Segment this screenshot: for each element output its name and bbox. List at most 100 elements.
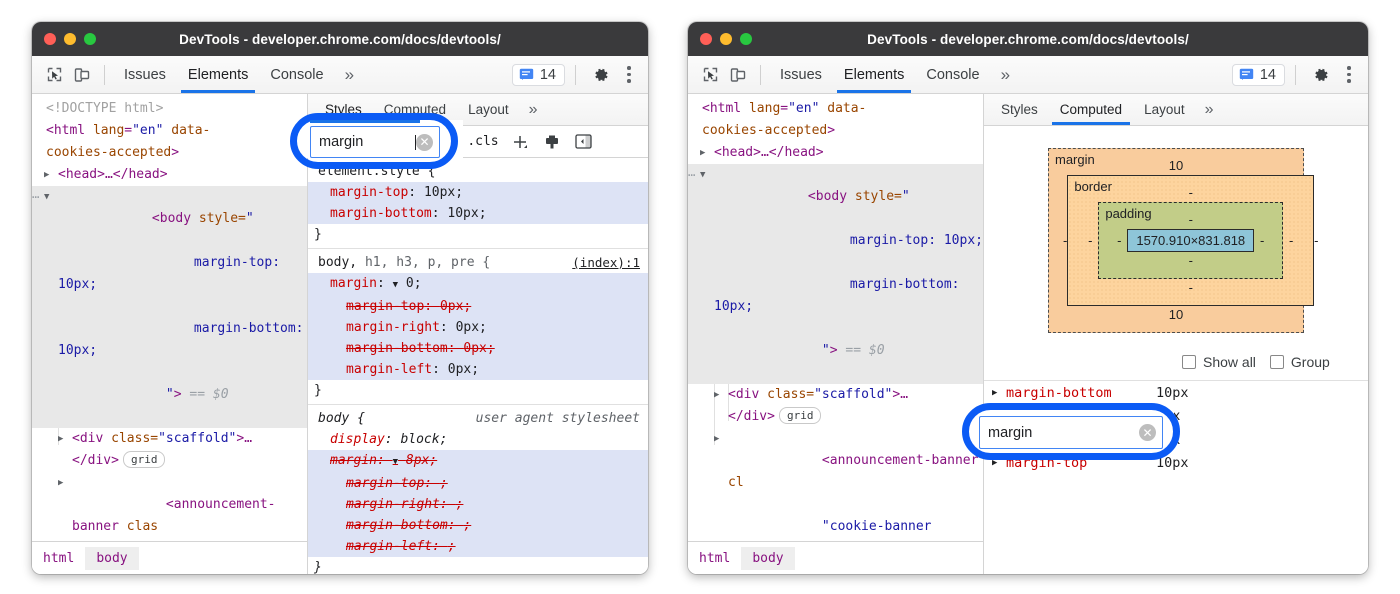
dom-line-html-open[interactable]: <html lang="en" data-cookies-accepted>: [688, 98, 983, 142]
inspect-cursor-icon[interactable]: [696, 61, 724, 89]
declaration-prop[interactable]: margin-left: [346, 362, 432, 377]
box-model-margin[interactable]: margin 10 - border - -: [1048, 148, 1304, 333]
box-model-padding-right[interactable]: -: [1254, 233, 1270, 248]
declaration-prop[interactable]: margin: [330, 453, 377, 468]
sidebar-more-tabs-icon[interactable]: »: [1196, 101, 1223, 119]
declaration-prop[interactable]: margin-right: [346, 497, 440, 512]
declaration-value[interactable]: 8px;: [406, 453, 437, 468]
sidebar-more-tabs-icon[interactable]: »: [520, 101, 547, 119]
box-model-margin-bottom[interactable]: 10: [1063, 306, 1289, 324]
gear-icon[interactable]: [586, 60, 616, 90]
sidebar-tab-layout[interactable]: Layout: [1133, 94, 1196, 125]
plus-icon[interactable]: [509, 131, 531, 153]
tab-console[interactable]: Console: [915, 56, 990, 93]
declaration-row[interactable]: margin-top: ;: [308, 473, 648, 494]
declaration-row[interactable]: margin: ▼ 0;: [308, 273, 648, 296]
style-rule-element-style[interactable]: element.style { margin-top: 10px; margin…: [308, 158, 648, 249]
declaration-row[interactable]: margin-left: 0px;: [308, 359, 648, 380]
dom-line-announcement-banner[interactable]: ▶<announcement-banner cl "cookie-banner …: [688, 428, 983, 541]
declaration-value[interactable]: ;: [463, 518, 471, 533]
declaration-value[interactable]: block;: [400, 432, 447, 447]
box-model-border-left[interactable]: -: [1082, 233, 1098, 248]
show-all-checkbox-label[interactable]: Show all: [1182, 354, 1256, 370]
clear-search-icon[interactable]: ✕: [1139, 424, 1156, 441]
breadcrumb-item-body[interactable]: body: [741, 547, 794, 570]
declaration-value[interactable]: 0px;: [440, 299, 471, 314]
tab-issues[interactable]: Issues: [113, 56, 177, 93]
declaration-value[interactable]: 0;: [406, 276, 422, 291]
gear-icon[interactable]: [1306, 60, 1336, 90]
tab-console[interactable]: Console: [259, 56, 334, 93]
declaration-value[interactable]: ;: [448, 539, 456, 554]
box-model-padding-left[interactable]: -: [1111, 233, 1127, 248]
expand-arrow-icon[interactable]: ▶: [992, 458, 1006, 468]
declaration-row[interactable]: display: block;: [308, 429, 648, 450]
declaration-row[interactable]: margin: ▼ 8px;: [308, 450, 648, 473]
declaration-prop[interactable]: margin-left: [346, 539, 432, 554]
dom-line-body-selected[interactable]: ⋯▼<body style=" margin-top: 10px; margin…: [688, 164, 983, 384]
breadcrumb-item-html[interactable]: html: [32, 547, 85, 570]
maximize-window-button[interactable]: [84, 33, 96, 45]
declaration-value[interactable]: ;: [456, 497, 464, 512]
issues-counter-button[interactable]: 14: [512, 64, 565, 86]
declaration-prop[interactable]: margin-bottom: [330, 206, 432, 221]
declaration-prop[interactable]: margin-top: [346, 299, 424, 314]
cls-button[interactable]: .cls: [467, 134, 498, 149]
grid-badge[interactable]: grid: [779, 407, 822, 424]
tab-elements[interactable]: Elements: [833, 56, 915, 93]
declaration-prop[interactable]: margin-bottom: [346, 341, 448, 356]
declaration-value[interactable]: 0px;: [456, 320, 487, 335]
dom-line-div-scaffold[interactable]: ▶<div class="scaffold">…: [32, 428, 307, 450]
declaration-value[interactable]: 10px;: [424, 185, 463, 200]
sidebar-toggle-icon[interactable]: [573, 131, 595, 153]
computed-property-name[interactable]: margin-bottom: [1006, 385, 1156, 401]
declaration-prop[interactable]: margin-top: [330, 185, 408, 200]
expand-arrow-icon[interactable]: ▶: [992, 388, 1006, 398]
group-checkbox-label[interactable]: Group: [1270, 354, 1330, 370]
group-checkbox[interactable]: [1270, 355, 1284, 369]
breadcrumb-item-body[interactable]: body: [85, 547, 138, 570]
dom-line-head[interactable]: ▶<head>…</head>: [688, 142, 983, 164]
declaration-row[interactable]: margin-bottom: 0px;: [308, 338, 648, 359]
minimize-window-button[interactable]: [720, 33, 732, 45]
box-model-border[interactable]: border - - padding -: [1067, 175, 1314, 306]
declaration-row[interactable]: margin-right: 0px;: [308, 317, 648, 338]
styles-rules-left[interactable]: element.style { margin-top: 10px; margin…: [308, 158, 648, 574]
box-model-border-top[interactable]: -: [1082, 184, 1299, 202]
tab-elements[interactable]: Elements: [177, 56, 259, 93]
dom-line-div-close[interactable]: </div>grid: [688, 406, 983, 428]
style-rule-user-agent[interactable]: body { user agent stylesheet display: bl…: [308, 405, 648, 574]
tab-issues[interactable]: Issues: [769, 56, 833, 93]
sidebar-tab-styles[interactable]: Styles: [990, 94, 1049, 125]
show-all-checkbox[interactable]: [1182, 355, 1196, 369]
dom-line-div-close[interactable]: </div>grid: [32, 450, 307, 472]
kebab-menu-icon[interactable]: [1338, 60, 1360, 90]
style-rule-body-group[interactable]: body, h1, h3, p, pre { (index):1 margin:…: [308, 249, 648, 405]
close-window-button[interactable]: [700, 33, 712, 45]
maximize-window-button[interactable]: [740, 33, 752, 45]
declaration-prop[interactable]: margin-top: [346, 476, 424, 491]
more-tabs-icon[interactable]: »: [991, 56, 1020, 93]
issues-counter-button[interactable]: 14: [1232, 64, 1285, 86]
device-toggle-icon[interactable]: [68, 61, 96, 89]
window-traffic-lights-right[interactable]: [688, 33, 752, 45]
close-window-button[interactable]: [44, 33, 56, 45]
declaration-row[interactable]: margin-right: ;: [308, 494, 648, 515]
box-model-margin-right[interactable]: -: [1314, 233, 1318, 248]
declaration-value[interactable]: 0px;: [448, 362, 479, 377]
declaration-row[interactable]: margin-bottom: 10px;: [308, 203, 648, 224]
more-tabs-icon[interactable]: »: [335, 56, 364, 93]
dom-line-announcement-banner[interactable]: ▶<announcement-banner clas "cookie-banne…: [32, 472, 307, 541]
declaration-value[interactable]: 0px;: [463, 341, 494, 356]
dom-tree-left[interactable]: <!DOCTYPE html> <html lang="en" data-coo…: [32, 94, 307, 541]
declaration-row[interactable]: margin-top: 10px;: [308, 182, 648, 203]
box-model-padding[interactable]: padding - - 1570.910×831.818: [1098, 202, 1283, 279]
computed-property-name[interactable]: margin-top: [1006, 455, 1156, 471]
sidebar-tab-layout[interactable]: Layout: [457, 94, 520, 125]
grid-badge[interactable]: grid: [123, 451, 166, 468]
box-model-padding-bottom[interactable]: -: [1111, 252, 1270, 270]
declaration-prop[interactable]: margin: [330, 276, 377, 291]
declaration-row[interactable]: margin-left: ;: [308, 536, 648, 557]
inspect-cursor-icon[interactable]: [40, 61, 68, 89]
declaration-value[interactable]: 10px;: [447, 206, 486, 221]
